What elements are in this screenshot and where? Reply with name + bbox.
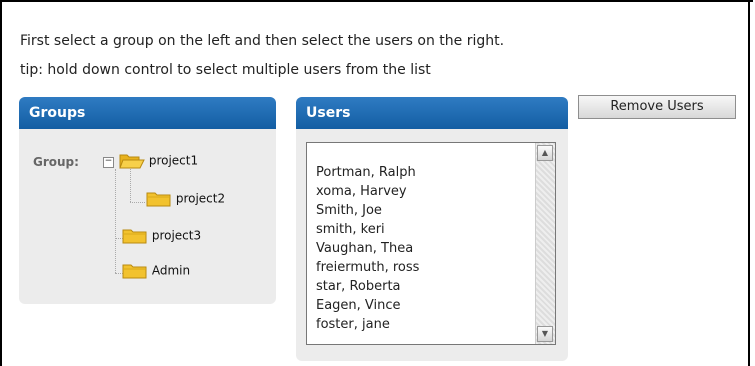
list-item[interactable]: Vaughan, Thea: [316, 239, 419, 258]
groups-panel-title: Groups: [19, 97, 276, 129]
group-label: Group:: [33, 155, 79, 169]
list-item[interactable]: xoma, Harvey: [316, 182, 419, 201]
list-item[interactable]: foster, jane: [316, 315, 419, 334]
scroll-down-arrow-icon[interactable]: ▼: [537, 326, 553, 342]
instruction-text: First select a group on the left and the…: [20, 33, 505, 49]
tree-line: [115, 169, 116, 273]
tree-node-label: project1: [148, 153, 199, 168]
tree-node-label: project3: [151, 228, 202, 243]
list-item[interactable]: Portman, Ralph: [316, 163, 419, 182]
tree-node-label: Admin: [151, 263, 191, 278]
scrollbar[interactable]: ▲ ▼: [535, 143, 555, 344]
folder-icon: [146, 192, 171, 207]
users-listbox[interactable]: Portman, Ralph xoma, Harvey Smith, Joe s…: [306, 142, 556, 345]
tree-node-project2[interactable]: project2: [146, 190, 225, 208]
tip-text: tip: hold down control to select multipl…: [20, 62, 431, 78]
users-list: Portman, Ralph xoma, Harvey Smith, Joe s…: [316, 163, 419, 334]
list-item[interactable]: smith, keri: [316, 220, 419, 239]
frame-divider: [748, 0, 750, 366]
tree-node-project1[interactable]: project1: [119, 152, 198, 170]
tree-node-admin[interactable]: Admin: [122, 262, 190, 280]
folder-icon: [122, 264, 147, 279]
folder-open-icon: [119, 154, 145, 169]
users-panel-title: Users: [296, 97, 568, 129]
scroll-up-arrow-icon[interactable]: ▲: [537, 145, 553, 161]
list-item[interactable]: Eagen, Vince: [316, 296, 419, 315]
tree-node-project3[interactable]: project3: [122, 227, 201, 245]
tree-line: [130, 169, 131, 202]
list-item[interactable]: Smith, Joe: [316, 201, 419, 220]
tree-line: [130, 202, 145, 203]
tree-node-label: project2: [175, 191, 226, 206]
list-item[interactable]: freiermuth, ross: [316, 258, 419, 277]
list-item[interactable]: star, Roberta: [316, 277, 419, 296]
folder-icon: [122, 229, 147, 244]
remove-users-button[interactable]: Remove Users: [578, 95, 736, 119]
collapse-toggle[interactable]: −: [103, 157, 114, 168]
